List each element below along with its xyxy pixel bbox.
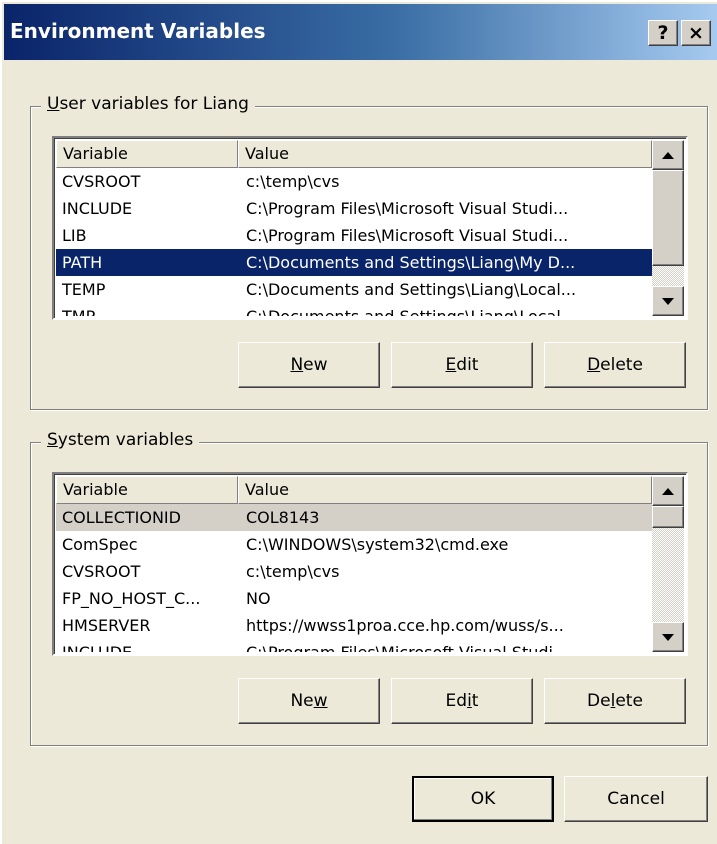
scroll-down-button[interactable] (652, 622, 684, 652)
system-list-header: Variable Value (56, 476, 652, 504)
arrow-up-icon (662, 151, 674, 159)
help-icon: ? (657, 22, 669, 44)
user-edit-button[interactable]: Edit (391, 342, 533, 388)
user-row-temp[interactable]: TEMP C:\Documents and Settings\Liang\Loca… (56, 276, 652, 303)
user-new-button[interactable]: New (238, 342, 380, 388)
arrow-down-icon (662, 297, 674, 305)
header-value[interactable]: Value (238, 476, 652, 504)
close-button[interactable]: × (681, 20, 711, 46)
system-new-button[interactable]: Ne w (238, 678, 380, 724)
header-variable[interactable]: Variable (56, 476, 238, 504)
scroll-down-button[interactable] (652, 286, 684, 316)
system-row-hmserver[interactable]: HMSERVER https://wwss1proa.cce.hp.com/wus… (56, 612, 652, 639)
system-list-scrollbar[interactable] (652, 476, 684, 652)
user-variables-list[interactable]: Variable Value CVSROOT c:\temp\cvs INCLUD… (52, 136, 688, 320)
system-row-collectionid[interactable]: COLLECTIONID COL8143 (56, 504, 652, 531)
cancel-button[interactable]: Cancel (564, 776, 708, 822)
system-variables-label: System variables (41, 430, 200, 450)
user-row-path[interactable]: PATH C:\Documents and Settings\Liang\My D… (56, 249, 652, 276)
user-list-header: Variable Value (56, 140, 652, 168)
system-edit-button[interactable]: Ed i t (391, 678, 533, 724)
system-row-include[interactable]: INCLUDEC:\Program Files\Microsoft Visual… (56, 639, 652, 652)
arrow-down-icon (662, 633, 674, 641)
user-delete-button[interactable]: Delete (544, 342, 686, 388)
window-title: Environment Variables (10, 19, 266, 43)
scroll-thumb[interactable] (652, 506, 684, 528)
close-icon: × (688, 22, 704, 44)
arrow-up-icon (662, 487, 674, 495)
system-row-comspec[interactable]: ComSpec C:\WINDOWS\system32\cmd.exe (56, 531, 652, 558)
system-row-cvsroot[interactable]: CVSROOT c:\temp\cvs (56, 558, 652, 585)
user-variables-label: User variables for Liang (41, 94, 255, 114)
system-delete-button[interactable]: De l ete (544, 678, 686, 724)
user-list-scrollbar[interactable] (652, 140, 684, 316)
user-row-include[interactable]: INCLUDE C:\Program Files\Microsoft Visual… (56, 195, 652, 222)
scroll-up-button[interactable] (652, 140, 684, 170)
user-row-cvsroot[interactable]: CVSROOT c:\temp\cvs (56, 168, 652, 195)
system-row-fp-no-host[interactable]: FP_NO_HOST_C... NO (56, 585, 652, 612)
header-variable[interactable]: Variable (56, 140, 238, 168)
scroll-up-button[interactable] (652, 476, 684, 506)
header-value[interactable]: Value (238, 140, 652, 168)
scroll-thumb[interactable] (652, 170, 684, 266)
title-bar[interactable]: Environment Variables ? × (4, 4, 717, 60)
environment-variables-dialog: Environment Variables ? × User variables… (0, 0, 717, 844)
help-button[interactable]: ? (648, 20, 678, 46)
user-row-lib[interactable]: LIB C:\Program Files\Microsoft Visual Stu… (56, 222, 652, 249)
ok-button[interactable]: OK (412, 776, 554, 822)
user-row-tmp[interactable]: TMPC:\Documents and Settings\Liang\Local… (56, 303, 652, 316)
system-variables-list[interactable]: Variable Value COLLECTIONID COL8143 ComSp… (52, 472, 688, 656)
